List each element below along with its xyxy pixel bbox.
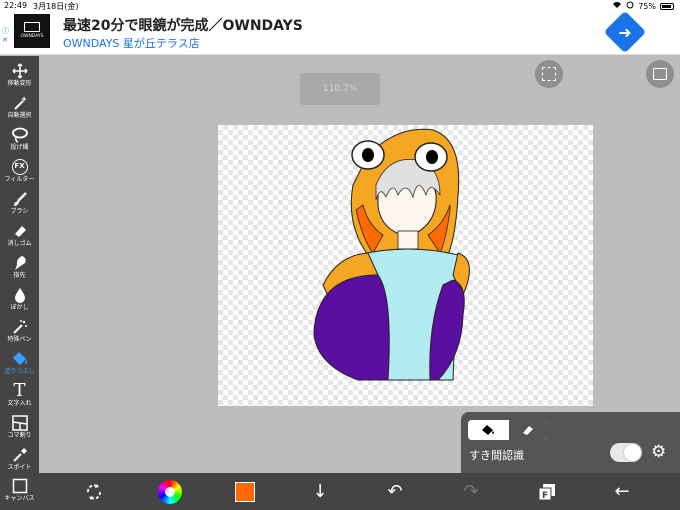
tool-label: ブラシ [10,208,29,215]
tool-label: 特殊ペン [7,336,32,343]
selection-icon [542,67,556,81]
filter-fx-icon: FX [0,158,39,176]
eraser-icon [523,426,534,435]
gap-detection-label: すき間認識 [469,449,524,462]
ad-directions-button[interactable]: ➜ [603,10,647,54]
current-color-swatch [235,481,255,502]
blur-icon [0,286,39,304]
download-button[interactable]: ↓ [305,473,335,510]
tool-panel-divide[interactable]: コマ割り [0,414,39,446]
rotate-canvas-button[interactable] [79,473,109,510]
orientation-lock-icon [626,1,634,11]
ad-info-icon[interactable]: ⓘ ✕ [2,27,9,45]
tool-label: 文字入れ [7,400,32,407]
drawing-canvas[interactable] [218,125,593,406]
battery-percent: 75% [638,1,656,11]
tool-eyedropper[interactable]: スポイト [0,446,39,478]
move-icon [0,62,39,80]
directions-arrow-icon: ➜ [618,22,632,42]
magic-wand-icon [0,94,39,112]
fill-mode-bucket[interactable] [468,420,508,440]
fill-mode-segment [468,420,548,440]
eraser-icon [0,222,39,240]
tool-label: スポイト [7,464,32,471]
selection-toggle-button[interactable] [535,60,563,88]
tool-fill[interactable]: 塗りつぶし [0,350,39,382]
status-time: 22:49 [4,1,28,10]
fill-options-panel: すき間認識 ⚙ [461,412,680,473]
character-illustration [313,128,470,381]
color-wheel-icon [158,479,182,504]
color-picker-button[interactable] [155,473,185,510]
bottom-toolbar: ↓ ↶ ↷ F ← [39,473,680,510]
tool-move[interactable]: 移動変形 [0,62,39,94]
tool-label: コマ割り [7,432,32,439]
tool-label: ぼかし [10,304,29,311]
tool-label: キャンバス [4,495,35,502]
redo-icon: ↷ [463,481,479,502]
tool-special-pen[interactable]: 特殊ペン [0,318,39,350]
tool-label: 消しゴム [7,240,32,247]
fill-bucket-icon [481,425,494,435]
current-color-button[interactable] [230,473,260,510]
arrow-left-icon: ← [614,481,630,502]
fill-mode-eraser[interactable] [507,420,548,440]
image-import-button[interactable] [646,60,674,88]
tool-blur[interactable]: ぼかし [0,286,39,318]
tool-lasso[interactable]: 投げ縄 [0,126,39,158]
undo-icon: ↶ [387,481,403,502]
status-date: 3月18日(金) [33,2,79,11]
zoom-indicator: 110.7% [300,73,380,105]
svg-text:F: F [542,491,548,501]
back-button[interactable]: ← [607,473,637,510]
finger-icon [0,254,39,272]
lasso-icon [0,126,39,144]
panel-divide-icon [0,414,39,432]
tool-filter[interactable]: FX フィルター [0,158,39,190]
gap-detection-toggle[interactable] [610,443,642,462]
status-bar: 22:49 3月18日(金) 75% [0,0,680,13]
eyedropper-icon [0,446,39,464]
undo-button[interactable]: ↶ [380,473,410,510]
tool-sidebar: 移動変形 自動選択 投げ縄 FX フィルター ブラシ 消しゴム 指先 ぼかし 特… [0,56,39,510]
layers-icon: F [538,483,555,501]
tool-canvas[interactable]: キャンバス [0,477,39,509]
tool-auto-select[interactable]: 自動選択 [0,94,39,126]
fill-bucket-icon [0,350,39,368]
arrow-down-icon: ↓ [312,481,328,502]
ad-logo: OWNDAYS [14,14,50,48]
battery-icon [660,2,674,10]
tool-label: 自動選択 [7,112,32,119]
tool-brush[interactable]: ブラシ [0,190,39,222]
redo-button[interactable]: ↷ [456,473,486,510]
gear-icon[interactable]: ⚙ [651,443,666,462]
tool-text[interactable]: T 文字入れ [0,382,39,414]
tool-label: 投げ縄 [10,144,29,151]
tool-finger[interactable]: 指先 [0,254,39,286]
image-icon [653,68,667,80]
special-pen-icon [0,318,39,336]
layers-button[interactable]: F [532,473,562,510]
tool-label: フィルター [4,176,35,183]
tool-label: 塗りつぶし [4,368,35,375]
brush-icon [0,190,39,208]
ad-title[interactable]: 最速20分で眼鏡が完成／OWNDAYS [63,15,303,35]
canvas-icon [0,477,39,495]
ad-subtitle[interactable]: OWNDAYS 星が丘テラス店 [63,35,200,51]
rotate-icon [87,483,101,500]
tool-eraser[interactable]: 消しゴム [0,222,39,254]
wifi-icon [612,1,622,11]
tool-label: 移動変形 [7,80,32,87]
text-icon: T [13,380,26,401]
tool-label: 指先 [13,272,26,279]
ad-banner[interactable]: ⓘ ✕ OWNDAYS 最速20分で眼鏡が完成／OWNDAYS OWNDAYS 星… [0,10,680,55]
